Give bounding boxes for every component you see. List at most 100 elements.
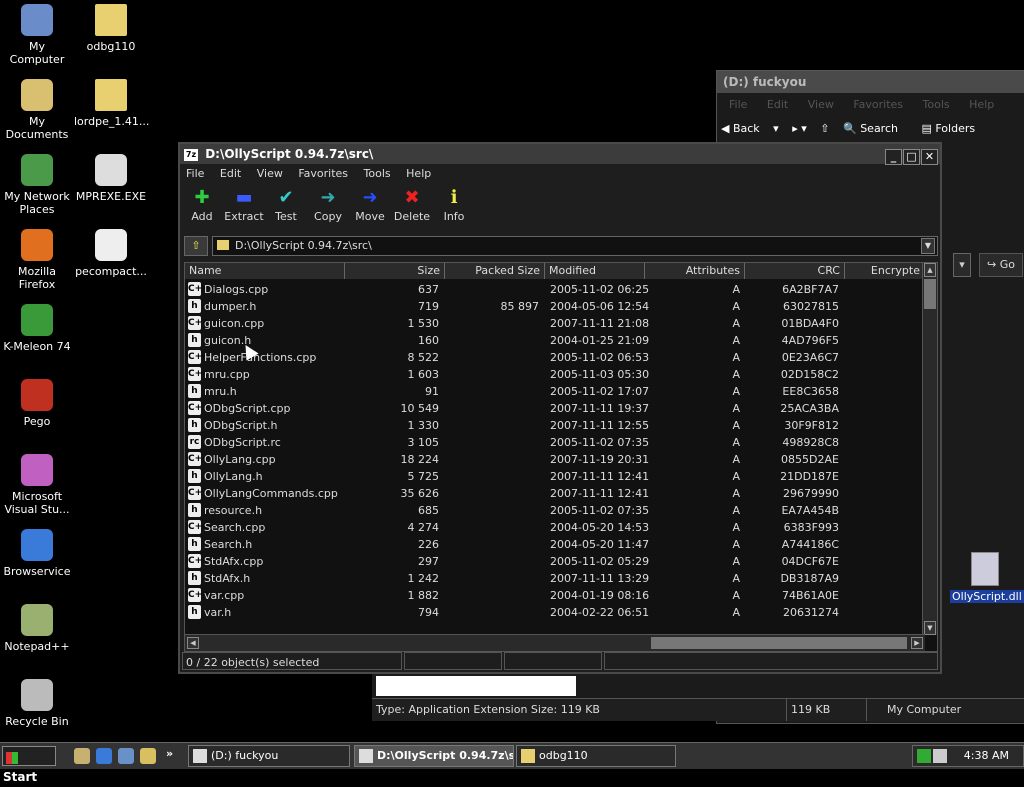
info-button[interactable]: ℹ Info [432, 186, 476, 223]
close-button[interactable]: ✕ [921, 149, 938, 165]
extract-button[interactable]: ▬ Extract [222, 186, 266, 223]
vertical-scrollbar[interactable]: ▲ ▼ [922, 263, 937, 635]
table-row[interactable]: C++ guicon.cpp 1 530 2007-11-11 21:08 A 01BDA… [185, 315, 925, 332]
address-field[interactable]: D:\OllyScript 0.94.7z\src\ ▼ [212, 236, 938, 256]
col-name[interactable]: Name [185, 263, 345, 279]
desktop-icon[interactable]: Microsoft Visual Stu... [0, 454, 74, 516]
table-row[interactable]: h var.h 794 2004-02-22 06:51 A 20631274 [185, 604, 925, 621]
copy-button[interactable]: ➜ Copy [306, 186, 350, 223]
desktop-icon[interactable]: pecompact... [74, 229, 148, 278]
minimize-button[interactable]: _ [885, 149, 902, 165]
desktop-icon[interactable]: My Computer [0, 4, 74, 66]
test-button[interactable]: ✔ Test [264, 186, 308, 223]
search-button[interactable]: 🔍 Search [843, 122, 908, 135]
vertical-scroll-thumb[interactable] [924, 279, 936, 309]
col-modified[interactable]: Modified [545, 263, 645, 279]
sevenzip-window[interactable]: 7z D:\OllyScript 0.94.7z\src\ _ □ ✕ File E… [178, 142, 942, 674]
task-odbg110-label: odbg110 [539, 749, 588, 762]
col-attributes[interactable]: Attributes [645, 263, 745, 279]
col-crc[interactable]: CRC [745, 263, 845, 279]
up-folder-button[interactable]: ⇧ [184, 236, 208, 256]
table-row[interactable]: h OllyLang.h 5 725 2007-11-11 12:41 A 21DD187… [185, 468, 925, 485]
file-list[interactable]: Name Size Packed Size Modified Attribute… [184, 262, 938, 652]
table-row[interactable]: C++ OllyLangCommands.cpp 35 626 2007-11-11 … [185, 485, 925, 502]
table-row[interactable]: C++ var.cpp 1 882 2004-01-19 08:16 A 74B61A0E [185, 587, 925, 604]
scroll-left-arrow[interactable]: ◀ [187, 637, 199, 649]
col-encrypted[interactable]: Encrypte [845, 263, 925, 279]
maximize-button[interactable]: □ [903, 149, 920, 165]
explorer-quicklaunch-icon[interactable] [118, 748, 134, 764]
desktop-icon[interactable]: odbg110 [74, 4, 148, 53]
menu-tools[interactable]: Tools [364, 167, 391, 180]
show-desktop-icon[interactable] [74, 748, 90, 764]
horizontal-scroll-thumb[interactable] [651, 637, 907, 649]
move-button[interactable]: ➜ Move [348, 186, 392, 223]
scroll-up-arrow[interactable]: ▲ [924, 263, 936, 277]
table-row[interactable]: h Search.h 226 2004-05-20 11:47 A A744186C [185, 536, 925, 553]
menu-edit[interactable]: Edit [220, 167, 241, 180]
desktop-icon[interactable]: Recycle Bin [0, 679, 74, 728]
ie-quicklaunch-icon[interactable] [96, 748, 112, 764]
start-label: Start [3, 770, 38, 784]
clock[interactable]: 4:38 AM [964, 746, 1009, 766]
go-button[interactable]: ↪ Go [979, 253, 1023, 277]
start-button[interactable]: Start [2, 746, 56, 784]
table-row[interactable]: h StdAfx.h 1 242 2007-11-11 13:29 A DB3187A9 [185, 570, 925, 587]
table-row[interactable]: C++ mru.cpp 1 603 2005-11-03 05:30 A 02D158C2 [185, 366, 925, 383]
ollyscript-dll-file[interactable]: OllyScript.dll [950, 552, 1024, 603]
folders-button[interactable]: ▤ Folders [921, 122, 985, 135]
table-row[interactable]: C++ Search.cpp 4 274 2004-05-20 14:53 A 6383F… [185, 519, 925, 536]
table-row[interactable]: C++ Dialogs.cpp 637 2005-11-02 06:25 A 6A2BF7… [185, 281, 925, 298]
scroll-down-arrow[interactable]: ▼ [924, 621, 936, 635]
table-row[interactable]: C++ ODbgScript.cpp 10 549 2007-11-11 19:37 A… [185, 400, 925, 417]
table-row[interactable]: rc ODbgScript.rc 3 105 2005-11-02 07:35 A 498… [185, 434, 925, 451]
desktop-icon-label: MPREXE.EXE [75, 190, 147, 203]
explorer-menu-favorites[interactable]: Favorites [853, 98, 903, 111]
desktop-icon[interactable]: lordpe_1.41... [74, 79, 149, 128]
horizontal-scrollbar[interactable]: ◀ ▶ [185, 634, 925, 651]
menu-help[interactable]: Help [406, 167, 431, 180]
task-explorer[interactable]: (D:) fuckyou [188, 745, 350, 767]
back-button[interactable]: ◀ Back ▾ [721, 122, 779, 135]
col-size[interactable]: Size [345, 263, 445, 279]
quicklaunch-chevron-icon[interactable]: » [166, 747, 173, 760]
col-packed-size[interactable]: Packed Size [445, 263, 545, 279]
address-dropdown[interactable]: ▾ [953, 253, 971, 277]
tray-app-icon[interactable] [933, 749, 947, 763]
scroll-right-arrow[interactable]: ▶ [911, 637, 923, 649]
menu-file[interactable]: File [186, 167, 204, 180]
desktop-icon[interactable]: Mozilla Firefox [0, 229, 74, 291]
menu-view[interactable]: View [257, 167, 283, 180]
menu-favorites[interactable]: Favorites [298, 167, 348, 180]
search-quicklaunch-icon[interactable] [140, 748, 156, 764]
table-row[interactable]: h guicon.h 160 2004-01-25 21:09 A 4AD796F5 [185, 332, 925, 349]
up-folder-icon[interactable]: ⇧ [820, 122, 829, 135]
desktop-icon[interactable]: MPREXE.EXE [74, 154, 148, 203]
sevenzip-titlebar[interactable]: 7z D:\OllyScript 0.94.7z\src\ _ □ ✕ [180, 144, 940, 165]
desktop-icon[interactable]: My Documents [0, 79, 74, 141]
tray-network-icon[interactable] [917, 749, 931, 763]
delete-button[interactable]: ✖ Delete [390, 186, 434, 223]
desktop-icon[interactable]: K-Meleon 74 [0, 304, 74, 353]
table-row[interactable]: C++ OllyLang.cpp 18 224 2007-11-19 20:31 A 08… [185, 451, 925, 468]
table-row[interactable]: C++ StdAfx.cpp 297 2005-11-02 05:29 A 04DCF67… [185, 553, 925, 570]
explorer-menu-tools[interactable]: Tools [923, 98, 950, 111]
desktop-icon[interactable]: Pego [0, 379, 74, 428]
address-dropdown-button[interactable]: ▼ [921, 238, 935, 254]
desktop-icon[interactable]: My Network Places [0, 154, 74, 216]
desktop-icon[interactable]: Browservice [0, 529, 74, 578]
explorer-menu-file[interactable]: File [729, 98, 747, 111]
table-row[interactable]: h ODbgScript.h 1 330 2007-11-11 12:55 A 30F9F… [185, 417, 925, 434]
explorer-menu-view[interactable]: View [808, 98, 834, 111]
table-row[interactable]: h resource.h 685 2005-11-02 07:35 A EA7A454B [185, 502, 925, 519]
task-sevenzip[interactable]: D:\OllyScript 0.94.7z\s... [354, 745, 514, 767]
task-odbg110[interactable]: odbg110 [516, 745, 676, 767]
desktop-icon[interactable]: Notepad++ [0, 604, 74, 653]
add-button[interactable]: ✚ Add [180, 186, 224, 223]
forward-button[interactable]: ▸ ▾ [792, 122, 807, 135]
table-row[interactable]: h dumper.h 719 85 897 2004-05-06 12:54 A 63027… [185, 298, 925, 315]
explorer-menu-help[interactable]: Help [969, 98, 994, 111]
table-row[interactable]: C++ HelperFunctions.cpp 8 522 2005-11-02 06… [185, 349, 925, 366]
table-row[interactable]: h mru.h 91 2005-11-02 17:07 A EE8C3658 [185, 383, 925, 400]
explorer-menu-edit[interactable]: Edit [767, 98, 788, 111]
